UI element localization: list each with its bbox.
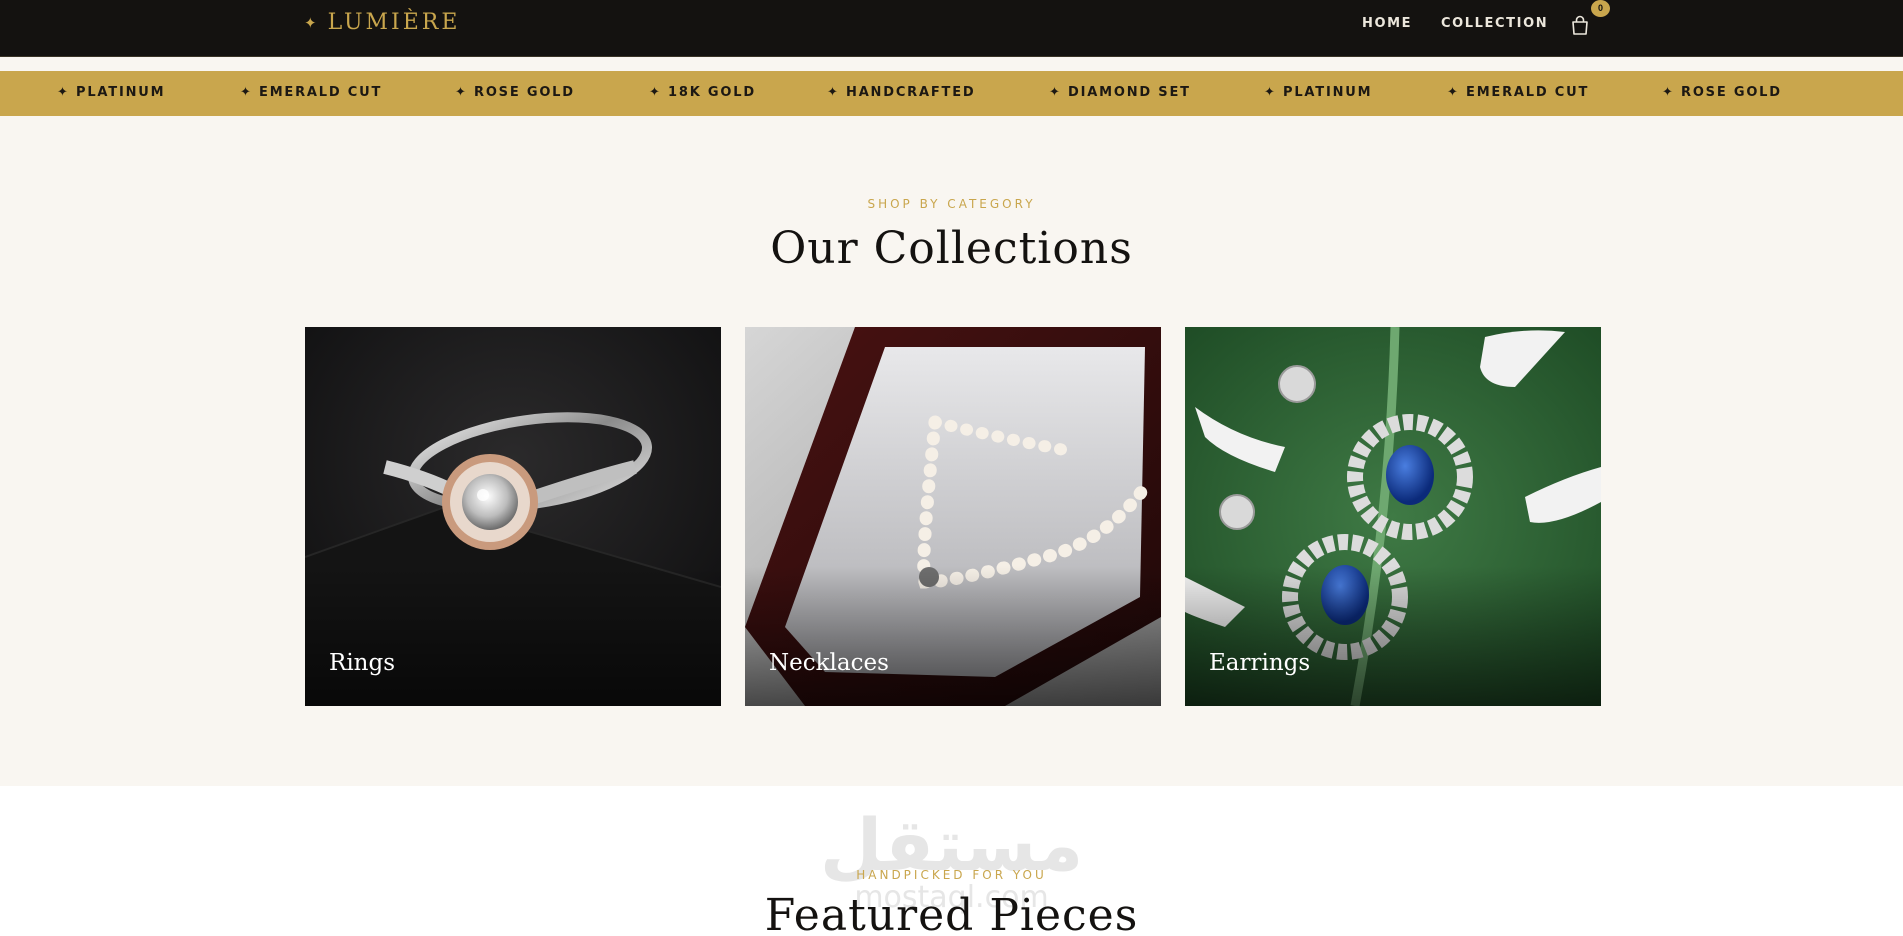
- ticker-item: ✦ PLATINUM: [57, 85, 166, 100]
- cart-count-badge: 0: [1591, 0, 1610, 17]
- shopping-bag-icon[interactable]: [1569, 14, 1591, 36]
- logo-star-icon: ✦: [304, 13, 320, 32]
- ticker-item: ✦ EMERALD CUT: [1447, 85, 1590, 100]
- material-ticker: ✦ PLATINUM ✦ EMERALD CUT ✦ ROSE GOLD ✦ 1…: [0, 71, 1903, 116]
- collection-card-earrings[interactable]: Earrings: [1185, 327, 1601, 706]
- site-header: ✦ LUMIÈRE HOME COLLECTION 0: [0, 0, 1903, 57]
- featured-eyebrow: HANDPICKED FOR YOU: [856, 868, 1047, 882]
- card-label-earrings: Earrings: [1209, 650, 1311, 676]
- card-label-rings: Rings: [329, 650, 396, 676]
- collections-title: Our Collections: [770, 223, 1133, 274]
- collection-card-necklaces[interactable]: Necklaces: [745, 327, 1161, 706]
- ticker-item: ✦ ROSE GOLD: [1662, 85, 1782, 100]
- ticker-item: ✦ DIAMOND SET: [1049, 85, 1191, 100]
- card-label-necklaces: Necklaces: [769, 650, 889, 676]
- ticker-item: ✦ 18K GOLD: [649, 85, 756, 100]
- brand-logo[interactable]: ✦ LUMIÈRE: [304, 10, 460, 35]
- ticker-item: ✦ HANDCRAFTED: [827, 85, 976, 100]
- collections-eyebrow: SHOP BY CATEGORY: [867, 197, 1036, 211]
- nav-home-link[interactable]: HOME: [1362, 16, 1412, 31]
- ticker-item: ✦ EMERALD CUT: [240, 85, 383, 100]
- logo-text: LUMIÈRE: [327, 10, 461, 35]
- featured-title: Featured Pieces: [764, 890, 1139, 936]
- nav-collection-link[interactable]: COLLECTION: [1441, 16, 1548, 31]
- collection-card-rings[interactable]: Rings: [305, 327, 721, 706]
- ticker-item: ✦ ROSE GOLD: [455, 85, 575, 100]
- ticker-item: ✦ PLATINUM: [1264, 85, 1373, 100]
